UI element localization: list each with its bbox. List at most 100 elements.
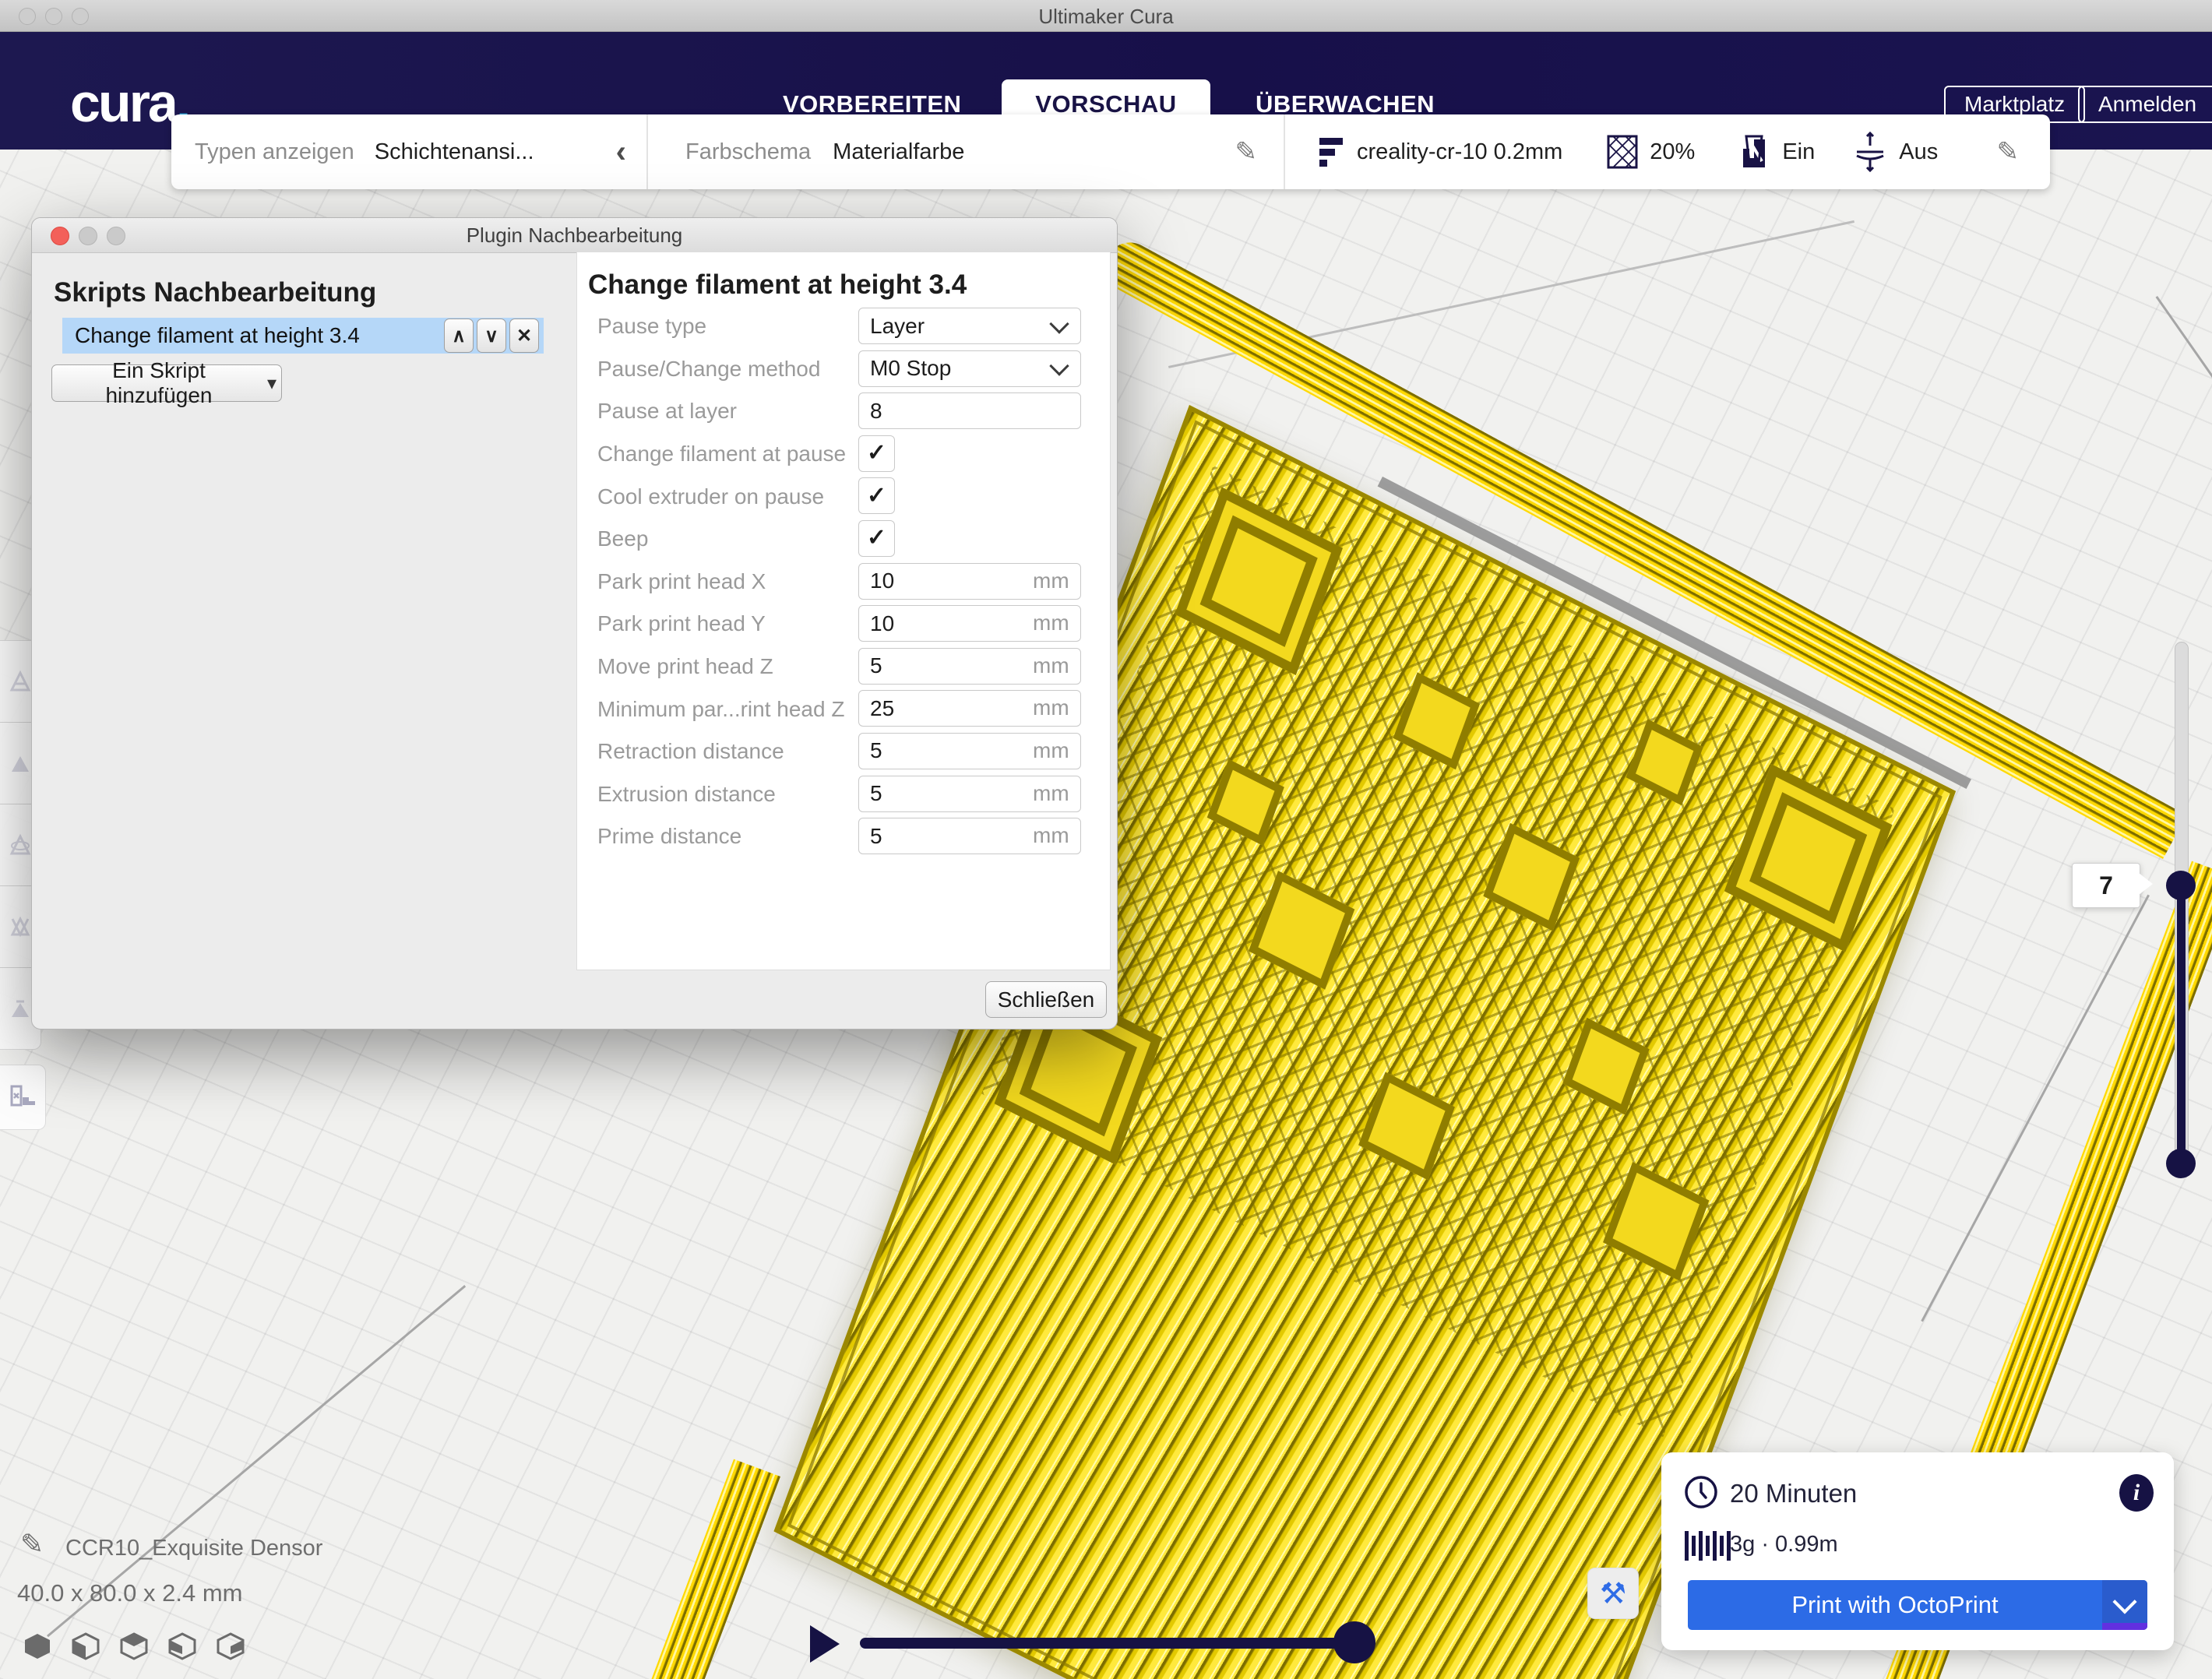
view-top-icon[interactable] [118, 1631, 150, 1662]
print-button-label: Print with OctoPrint [1688, 1580, 2102, 1630]
field-label: Park print head X [577, 569, 766, 594]
beep-checkbox[interactable]: ✓ [858, 520, 895, 557]
pause-type-select[interactable]: Layer [858, 308, 1081, 344]
edit-pencil-icon[interactable]: ✎ [1235, 136, 1258, 167]
change-filament-checkbox[interactable]: ✓ [858, 435, 895, 472]
unit-label: mm [1033, 611, 1069, 635]
unit-label: mm [1033, 823, 1069, 848]
support-blocker-button[interactable] [0, 1065, 46, 1130]
pause-method-select[interactable]: M0 Stop [858, 350, 1081, 387]
play-button[interactable] [810, 1625, 840, 1663]
adhesion-value[interactable]: Aus [1899, 139, 1938, 165]
move-icon [9, 670, 32, 693]
select-value: Layer [859, 314, 1052, 339]
machine-settings-button[interactable]: ⚒ [1587, 1568, 1639, 1619]
per-model-settings-icon [9, 997, 32, 1020]
window-title: Ultimaker Cura [0, 5, 2212, 29]
printer-profile-section[interactable]: creality-cr-10 0.2mm 20% Ein Aus ✎ [1285, 114, 2050, 189]
view-type-label: Typen anzeigen [195, 139, 354, 165]
view-type-value[interactable]: Schichtenansi... [375, 139, 534, 165]
view-type-section[interactable]: Typen anzeigen Schichtenansi... ‹ [171, 114, 646, 189]
qr-module [1562, 1018, 1650, 1115]
print-summary-panel: 20 Minuten i 3g · 0.99m Print with OctoP… [1661, 1452, 2174, 1650]
row-park-y: Park print head Y mm [577, 603, 1110, 646]
field-label: Move print head Z [577, 654, 773, 679]
color-scheme-label: Farbschema [685, 139, 811, 165]
field-label: Retraction distance [577, 739, 784, 764]
color-scheme-value[interactable]: Materialfarbe [833, 139, 964, 165]
app-window: 7 ⚒ ✎ CCR10_Exquisite Densor 40.0 x 80.0… [0, 0, 2212, 1679]
selected-script-row[interactable]: Change filament at height 3.4 ∧ ∨ ✕ [62, 318, 544, 354]
field-label: Pause/Change method [577, 357, 820, 382]
row-minimum-park-z: Minimum par...rint head Z mm [577, 688, 1110, 730]
add-script-button[interactable]: Ein Skript hinzufügen [51, 364, 282, 402]
row-retraction-distance: Retraction distance mm [577, 730, 1110, 773]
unit-label: mm [1033, 568, 1069, 593]
field-label: Extrusion distance [577, 782, 776, 807]
qr-finder-square [1724, 764, 1893, 952]
current-layer-flag[interactable]: 7 [2072, 863, 2140, 908]
add-script-label: Ein Skript hinzufügen [57, 358, 261, 408]
infill-value[interactable]: 20% [1650, 139, 1695, 165]
infill-icon [1606, 132, 1639, 172]
row-pause-at-layer: Pause at layer [577, 390, 1110, 433]
field-label: Prime distance [577, 824, 741, 849]
view-settings-toolbar: Typen anzeigen Schichtenansi... ‹ Farbsc… [171, 114, 2050, 189]
row-cool-extruder: Cool extruder on pause ✓ [577, 475, 1110, 518]
layer-slider-lower-handle[interactable] [2166, 1149, 2196, 1178]
row-change-filament: Change filament at pause ✓ [577, 433, 1110, 476]
select-value: M0 Stop [859, 356, 1052, 381]
unit-label: mm [1033, 695, 1069, 720]
layer-slider-upper-handle[interactable] [2166, 871, 2196, 900]
close-dialog-button[interactable]: Schließen [985, 981, 1107, 1018]
checkmark-icon: ✓ [867, 526, 886, 550]
field-label: Pause at layer [577, 399, 737, 424]
row-extrusion-distance: Extrusion distance mm [577, 773, 1110, 816]
scale-icon [9, 752, 32, 775]
qr-module [1603, 1162, 1709, 1281]
info-icon[interactable]: i [2119, 1474, 2154, 1512]
view-right-icon[interactable] [215, 1631, 246, 1662]
chevron-down-icon [2112, 1589, 2136, 1614]
cool-extruder-checkbox[interactable]: ✓ [858, 477, 895, 514]
post-processing-dialog: Plugin Nachbearbeitung Skripts Nachbearb… [31, 217, 1118, 1030]
checkmark-icon: ✓ [867, 442, 886, 465]
timeline-track[interactable] [860, 1638, 1344, 1649]
view-3d-icon[interactable] [22, 1631, 53, 1662]
color-scheme-section[interactable]: Farbschema Materialfarbe ✎ [648, 114, 1284, 189]
print-options-dropdown[interactable] [2102, 1580, 2147, 1630]
row-prime-distance: Prime distance mm [577, 815, 1110, 858]
qr-module [1358, 1072, 1455, 1181]
model-dimensions: 40.0 x 80.0 x 2.4 mm [17, 1579, 242, 1607]
edit-pencil-icon[interactable]: ✎ [1997, 136, 2020, 167]
window-titlebar: Ultimaker Cura [0, 0, 2212, 32]
view-orientation-bar [22, 1631, 246, 1662]
field-label: Minimum par...rint head Z [577, 697, 844, 722]
timeline-handle[interactable] [1333, 1621, 1375, 1663]
qr-module [1393, 672, 1481, 769]
pause-at-layer-input[interactable] [858, 392, 1081, 429]
remove-script-button[interactable]: ✕ [509, 319, 539, 353]
unit-label: mm [1033, 781, 1069, 806]
move-script-up-button[interactable]: ∧ [444, 319, 474, 353]
row-beep: Beep ✓ [577, 518, 1110, 561]
dialog-titlebar[interactable]: Plugin Nachbearbeitung [32, 218, 1117, 253]
printer-profile-value[interactable]: creality-cr-10 0.2mm [1357, 139, 1562, 165]
chevron-down-icon [1049, 356, 1069, 375]
script-settings-panel: Change filament at height 3.4 Pause type… [576, 252, 1111, 970]
unit-label: mm [1033, 738, 1069, 763]
support-value[interactable]: Ein [1782, 139, 1815, 165]
rename-model-icon[interactable]: ✎ [20, 1528, 44, 1561]
row-pause-type: Pause type Layer [577, 305, 1110, 348]
field-label: Change filament at pause [577, 442, 846, 466]
adhesion-icon [1852, 132, 1888, 172]
view-left-icon[interactable] [167, 1631, 198, 1662]
view-front-icon[interactable] [70, 1631, 101, 1662]
checkmark-icon: ✓ [867, 484, 886, 508]
signin-button[interactable]: Anmelden [2078, 86, 2212, 123]
layer-slider-range [2177, 885, 2186, 1163]
collapse-chevron-icon[interactable]: ‹ [616, 136, 626, 167]
selected-script-label: Change filament at height 3.4 [62, 323, 444, 348]
print-with-octoprint-button[interactable]: Print with OctoPrint [1688, 1580, 2147, 1630]
move-script-down-button[interactable]: ∨ [477, 319, 506, 353]
